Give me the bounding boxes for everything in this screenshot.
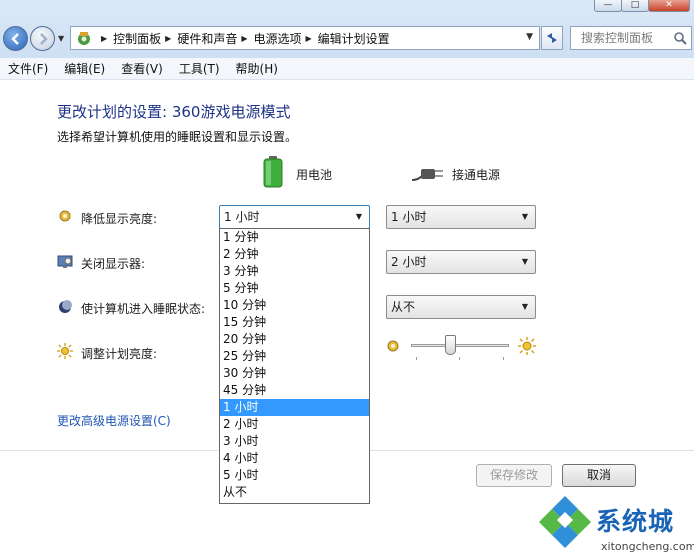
turn-off-display-power-select[interactable]: 2 小时 ▼ bbox=[386, 250, 536, 274]
slider-tick bbox=[416, 357, 417, 360]
brightness-sun-icon bbox=[57, 343, 73, 359]
brightness-high-icon bbox=[518, 337, 536, 355]
select-value: 1 小时 bbox=[224, 210, 260, 224]
slider-tick bbox=[503, 357, 504, 360]
breadcrumb-separator-icon: ▶ bbox=[101, 33, 108, 43]
breadcrumb-separator-icon: ▶ bbox=[241, 33, 248, 43]
dropdown-option[interactable]: 从不 bbox=[220, 484, 369, 501]
plugged-in-column-label: 接通电源 bbox=[452, 168, 501, 182]
dropdown-option[interactable]: 1 分钟 bbox=[220, 229, 369, 246]
cancel-button[interactable]: 取消 bbox=[562, 464, 636, 487]
dropdown-option[interactable]: 1 小时 bbox=[220, 399, 369, 416]
dropdown-option[interactable]: 15 分钟 bbox=[220, 314, 369, 331]
sleep-label: 使计算机进入睡眠状态: bbox=[81, 302, 206, 316]
menu-view[interactable]: 查看(V) bbox=[113, 60, 171, 77]
search-input[interactable] bbox=[571, 27, 667, 49]
brightness-slider-thumb[interactable] bbox=[444, 335, 456, 355]
dropdown-option[interactable]: 30 分钟 bbox=[220, 365, 369, 382]
back-arrow-icon bbox=[10, 32, 19, 45]
refresh-button[interactable] bbox=[541, 26, 563, 50]
back-button[interactable] bbox=[3, 26, 28, 51]
display-off-icon bbox=[57, 255, 73, 268]
breadcrumb-separator-icon: ▶ bbox=[305, 33, 312, 43]
select-value: 2 小时 bbox=[391, 255, 427, 269]
dropdown-option[interactable]: 20 分钟 bbox=[220, 331, 369, 348]
caption-buttons: — □ ✕ bbox=[594, 0, 690, 12]
chevron-down-icon: ▼ bbox=[521, 212, 528, 221]
history-dropdown-icon[interactable]: ▼ bbox=[58, 34, 64, 43]
power-plug-icon bbox=[412, 169, 443, 181]
menu-tools[interactable]: 工具(T) bbox=[171, 60, 228, 77]
dropdown-option[interactable]: 25 分钟 bbox=[220, 348, 369, 365]
turn-off-display-label: 关闭显示器: bbox=[81, 257, 146, 271]
address-dropdown-icon[interactable]: ▼ bbox=[526, 32, 533, 42]
dim-display-power-select[interactable]: 1 小时 ▼ bbox=[386, 205, 536, 229]
chevron-down-icon: ▼ bbox=[521, 257, 528, 266]
battery-icon bbox=[263, 156, 283, 188]
breadcrumb-power-options[interactable]: 电源选项 bbox=[254, 30, 302, 47]
brightness-low-icon bbox=[387, 340, 399, 352]
window-chrome: — □ ✕ ▼ ▶ 控制面板 ▶ 硬件和声音 ▶ 电源选项 ▶ 编辑计划设置 ▼ bbox=[0, 0, 694, 80]
search-icon[interactable] bbox=[673, 31, 687, 45]
sleep-power-select[interactable]: 从不 ▼ bbox=[386, 295, 536, 319]
maximize-button[interactable]: □ bbox=[621, 0, 649, 12]
dropdown-option[interactable]: 2 分钟 bbox=[220, 246, 369, 263]
watermark-url: xitongcheng.com bbox=[601, 540, 694, 553]
dropdown-option[interactable]: 5 分钟 bbox=[220, 280, 369, 297]
select-value: 1 小时 bbox=[391, 210, 427, 224]
menu-file[interactable]: 文件(F) bbox=[0, 60, 56, 77]
plan-brightness-label: 调整计划亮度: bbox=[81, 347, 158, 361]
breadcrumb-control-panel[interactable]: 控制面板 bbox=[113, 30, 161, 47]
dropdown-option[interactable]: 2 小时 bbox=[220, 416, 369, 433]
navigation-bar: ▼ ▶ 控制面板 ▶ 硬件和声音 ▶ 电源选项 ▶ 编辑计划设置 ▼ bbox=[0, 22, 694, 54]
search-box[interactable] bbox=[570, 26, 692, 50]
menu-edit[interactable]: 编辑(E) bbox=[56, 60, 113, 77]
watermark-title: 系统城 bbox=[596, 507, 675, 536]
forward-button[interactable] bbox=[30, 26, 55, 51]
dropdown-option[interactable]: 5 小时 bbox=[220, 467, 369, 484]
dropdown-option[interactable]: 3 小时 bbox=[220, 433, 369, 450]
forward-arrow-icon bbox=[39, 32, 48, 45]
close-button[interactable]: ✕ bbox=[648, 0, 690, 12]
select-value: 从不 bbox=[391, 300, 416, 314]
slider-tick bbox=[459, 357, 460, 360]
dropdown-option[interactable]: 4 小时 bbox=[220, 450, 369, 467]
breadcrumb-separator-icon: ▶ bbox=[165, 33, 172, 43]
minimize-button[interactable]: — bbox=[594, 0, 622, 12]
dropdown-option[interactable]: 10 分钟 bbox=[220, 297, 369, 314]
content-area: 更改计划的设置: 360游戏电源模式 选择希望计算机使用的睡眠设置和显示设置。 … bbox=[0, 80, 694, 556]
sleep-moon-icon bbox=[59, 300, 72, 313]
refresh-icon bbox=[547, 33, 557, 43]
dim-display-battery-select[interactable]: 1 小时 ▼ bbox=[219, 205, 370, 229]
dim-display-dropdown-list: 1 分钟 2 分钟 3 分钟 5 分钟 10 分钟 15 分钟 20 分钟 25 分钟 30 分… bbox=[219, 228, 370, 504]
chevron-down-icon: ▼ bbox=[355, 212, 362, 221]
dim-display-label: 降低显示亮度: bbox=[81, 212, 158, 226]
menu-bar: 文件(F) 编辑(E) 查看(V) 工具(T) 帮助(H) bbox=[0, 58, 694, 80]
chevron-down-icon: ▼ bbox=[521, 302, 528, 311]
dim-brightness-icon bbox=[59, 210, 71, 222]
advanced-power-settings-link[interactable]: 更改高级电源设置(C) bbox=[57, 412, 171, 429]
breadcrumb-edit-plan[interactable]: 编辑计划设置 bbox=[318, 30, 390, 47]
address-bar[interactable]: ▶ 控制面板 ▶ 硬件和声音 ▶ 电源选项 ▶ 编辑计划设置 ▼ bbox=[70, 26, 540, 50]
brightness-slider-track[interactable] bbox=[411, 344, 509, 347]
watermark-logo bbox=[539, 496, 591, 548]
page-title: 更改计划的设置: 360游戏电源模式 bbox=[57, 103, 291, 121]
dropdown-option[interactable]: 45 分钟 bbox=[220, 382, 369, 399]
control-panel-icon bbox=[78, 32, 90, 45]
battery-column-label: 用电池 bbox=[296, 168, 333, 182]
save-changes-button[interactable]: 保存修改 bbox=[476, 464, 552, 487]
dropdown-option[interactable]: 3 分钟 bbox=[220, 263, 369, 280]
page-subtitle: 选择希望计算机使用的睡眠设置和显示设置。 bbox=[57, 130, 298, 144]
breadcrumb-hardware-sound[interactable]: 硬件和声音 bbox=[177, 30, 237, 47]
menu-help[interactable]: 帮助(H) bbox=[228, 60, 286, 77]
